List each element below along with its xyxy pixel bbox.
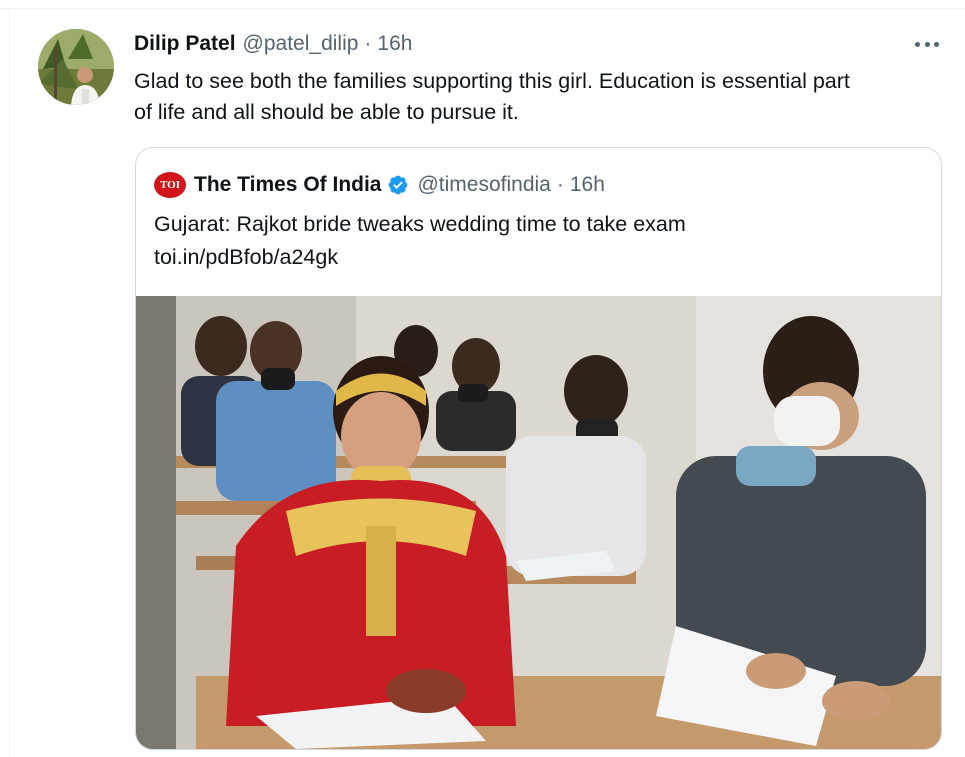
quoted-timestamp[interactable]: 16h: [570, 173, 605, 197]
more-options-button[interactable]: [912, 34, 942, 54]
quoted-link[interactable]: toi.in/pdBfob/a24gk: [154, 241, 686, 274]
quoted-headline: Gujarat: Rajkot bride tweaks wedding tim…: [154, 212, 686, 236]
tweet-timestamp[interactable]: 16h: [377, 32, 412, 56]
avatar-photo: [38, 29, 114, 105]
quoted-tweet-text: Gujarat: Rajkot bride tweaks wedding tim…: [154, 208, 686, 274]
tweet-header: Dilip Patel @patel_dilip · 16h: [134, 32, 412, 56]
quoted-tweet-card[interactable]: TOI The Times Of India @timesofindia · 1…: [135, 147, 942, 750]
quoted-author-name[interactable]: The Times Of India: [194, 173, 381, 197]
verified-badge-icon: [389, 175, 408, 195]
ellipsis-icon: [915, 41, 920, 47]
quoted-header-separator: ·: [556, 173, 564, 196]
header-separator: ·: [364, 32, 372, 55]
author-handle[interactable]: @patel_dilip: [243, 32, 359, 56]
tweet-text-line: of life and all should be able to pursue…: [134, 100, 519, 124]
tweet-text: Glad to see both the families supporting…: [134, 66, 949, 128]
news-photo[interactable]: [136, 296, 941, 749]
ellipsis-icon: [924, 41, 930, 47]
author-name[interactable]: Dilip Patel: [134, 32, 236, 56]
avatar[interactable]: [38, 29, 114, 105]
tweet-text-line: Glad to see both the families supporting…: [134, 69, 850, 93]
ellipsis-icon: [934, 41, 939, 47]
toi-logo-icon: TOI: [154, 172, 186, 198]
frame-border-left: [9, 8, 10, 757]
quoted-author-handle[interactable]: @timesofindia: [417, 173, 550, 197]
quoted-tweet-header: TOI The Times Of India @timesofindia · 1…: [154, 172, 605, 198]
frame-border-top: [0, 8, 965, 9]
